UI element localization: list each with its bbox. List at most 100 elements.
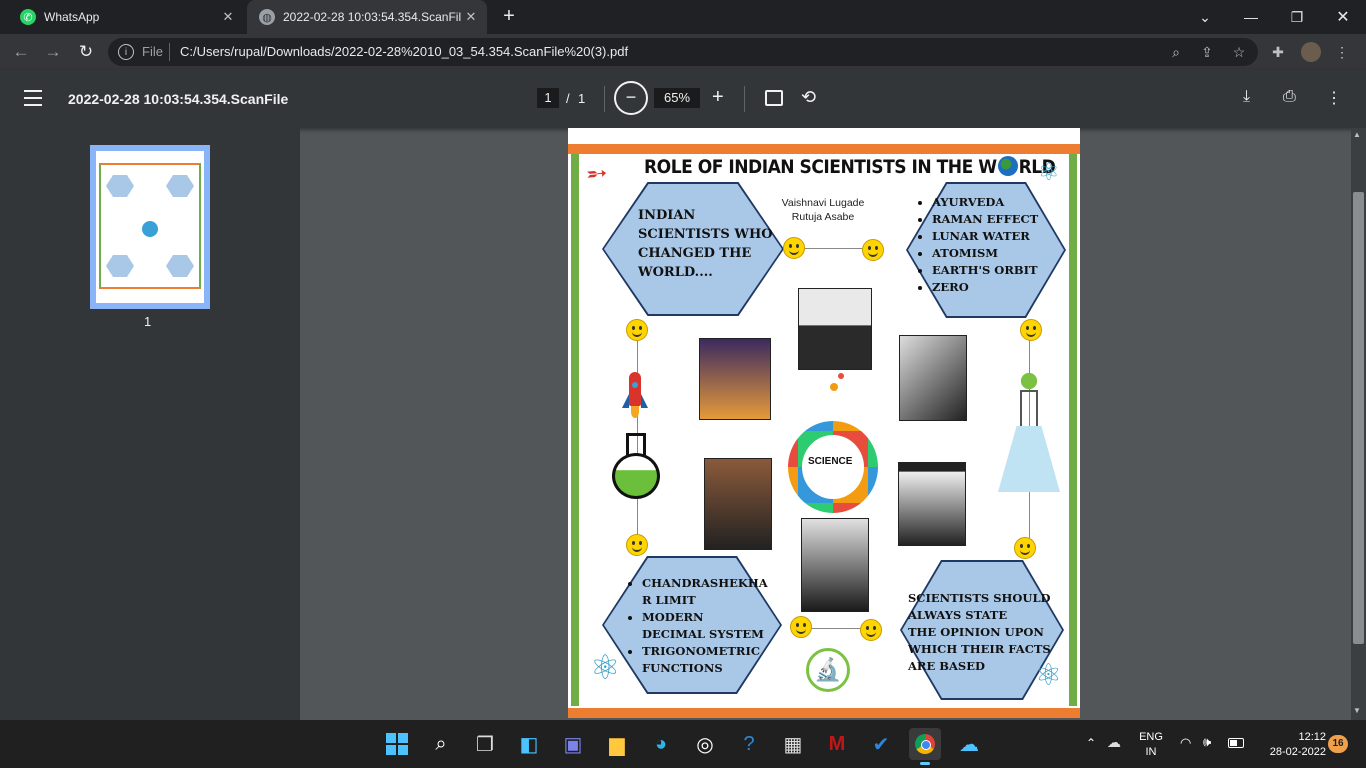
bookmark-star-icon[interactable]: ☆ — [1229, 42, 1249, 62]
fit-page-icon[interactable] — [765, 90, 783, 106]
volume-icon[interactable]: 🕪 — [1203, 734, 1211, 750]
help-icon[interactable]: ? — [733, 728, 765, 760]
clock[interactable]: 12:12 28-02-2022 — [1256, 730, 1326, 760]
app-icon[interactable]: ◎ — [689, 728, 721, 760]
tab-pdf[interactable]: ◍ 2022-02-28 10:03:54.354.ScanFile ✕ — [247, 0, 487, 34]
download-icon[interactable]: ⤓ — [1243, 88, 1250, 106]
store-icon[interactable]: ▦ — [777, 728, 809, 760]
tab-whatsapp[interactable]: ✆ WhatsApp ✕ — [8, 0, 244, 34]
extensions-icon[interactable]: ✚ — [1268, 42, 1288, 62]
edge-icon[interactable]: ◕ — [645, 728, 677, 760]
todo-icon[interactable]: ✔ — [865, 728, 897, 760]
atom-icon: ⚛ — [1035, 659, 1062, 692]
task-view-icon[interactable]: ❐ — [469, 728, 501, 760]
info-icon[interactable]: i — [118, 44, 134, 60]
language-indicator[interactable]: ENG IN — [1136, 730, 1166, 760]
logo-dot — [838, 373, 844, 379]
url-text[interactable]: C:/Users/rupal/Downloads/2022-02-28%2010… — [180, 44, 628, 59]
share-icon[interactable]: ⇪ — [1197, 42, 1217, 62]
list-item: MODERN DECIMAL SYSTEM — [642, 609, 768, 643]
rotate-icon[interactable]: ⟲ — [801, 87, 816, 108]
wifi-icon[interactable]: ◠ — [1180, 735, 1191, 751]
scroll-down-arrow[interactable]: ▼ — [1353, 706, 1361, 715]
rocket-illustration — [622, 372, 648, 420]
forward-button[interactable]: → — [40, 40, 66, 64]
page-number-input[interactable]: 1 — [537, 88, 559, 108]
hex-top-left-text: INDIAN SCIENTISTS WHO CHANGED THE WORLD.… — [638, 206, 773, 282]
plant-flask-illustration — [998, 368, 1060, 494]
hex-line: THE OPINION UPON — [908, 625, 1044, 639]
teams-chat-icon[interactable]: ▣ — [557, 728, 589, 760]
time-text: 12:12 — [1298, 731, 1326, 743]
sidebar-menu-icon[interactable] — [24, 90, 42, 106]
total-pages: 1 — [578, 91, 586, 106]
hex-line: INDIAN — [638, 208, 696, 223]
divider — [744, 86, 745, 112]
scroll-up-arrow[interactable]: ▲ — [1353, 130, 1361, 139]
pdf-page: ROLE OF INDIAN SCIENTISTS IN THE W RLD ➶ … — [568, 128, 1080, 718]
author-name: Rutuja Asabe — [791, 211, 855, 223]
globe-icon — [997, 156, 1018, 176]
maximize-button[interactable]: ❐ — [1274, 0, 1320, 34]
smiley-icon — [626, 534, 648, 556]
zoom-out-button[interactable]: − — [614, 81, 648, 115]
print-icon[interactable]: ⎙ — [1283, 88, 1296, 106]
smiley-icon — [1014, 537, 1036, 559]
search-icon[interactable]: ⌕ — [425, 728, 457, 760]
authors: Vaishnavi Lugade Rutuja Asabe — [773, 196, 873, 224]
scientist-portrait — [699, 338, 771, 420]
file-explorer-icon[interactable]: ▆ — [601, 728, 633, 760]
atom-icon: ⚛ — [1038, 159, 1060, 186]
avatar[interactable] — [1301, 42, 1321, 62]
list-item: TRIGONOMETRIC FUNCTIONS — [642, 643, 768, 677]
divider — [604, 86, 605, 112]
flask-illustration — [612, 433, 660, 499]
minimize-button[interactable]: — — [1228, 0, 1274, 34]
widgets-icon[interactable]: ◧ — [513, 728, 545, 760]
globe-icon: ◍ — [259, 9, 275, 25]
onedrive-icon[interactable]: ☁ — [1107, 734, 1121, 751]
menu-dots-icon[interactable]: ⋮ — [1332, 42, 1352, 62]
start-button[interactable] — [381, 728, 413, 760]
reload-button[interactable]: ↻ — [73, 40, 99, 64]
hex-top-right-list: AYURVEDA RAMAN EFFECT LUNAR WATER ATOMIS… — [918, 194, 1038, 296]
zoom-in-button[interactable]: + — [712, 86, 724, 109]
more-actions-icon[interactable]: ⋮ — [1326, 88, 1342, 108]
pdf-title: 2022-02-28 10:03:54.354.ScanFile — [68, 91, 289, 107]
close-window-button[interactable]: ✕ — [1320, 0, 1366, 34]
list-item: LUNAR WATER — [932, 228, 1038, 245]
back-button[interactable]: ← — [8, 40, 34, 64]
tab-title: 2022-02-28 10:03:54.354.ScanFile — [283, 10, 461, 24]
microscope-icon: 🔬 — [806, 648, 850, 692]
hex-line: SCIENTISTS WHO — [638, 227, 773, 242]
close-tab-icon[interactable]: ✕ — [461, 9, 481, 25]
notification-badge[interactable]: 16 — [1328, 735, 1348, 753]
divider — [169, 43, 170, 61]
hex-line: WHICH THEIR FACTS — [908, 642, 1051, 656]
zoom-input[interactable]: 65% — [654, 88, 700, 108]
list-item: ZERO — [932, 279, 1038, 296]
poster-title: ROLE OF INDIAN SCIENTISTS IN THE W RLD — [644, 156, 1056, 178]
list-item: CHANDRASHEKHA R LIMIT — [642, 575, 768, 609]
zoom-icon[interactable]: ⌕ — [1166, 42, 1186, 62]
mcafee-icon[interactable]: M — [821, 728, 853, 760]
cloud-app-icon[interactable]: ☁ — [953, 728, 985, 760]
show-hidden-icons[interactable]: ⌃ — [1086, 736, 1096, 750]
battery-icon[interactable] — [1228, 738, 1244, 748]
smiley-icon — [783, 237, 805, 259]
scrollbar-thumb[interactable] — [1353, 192, 1364, 644]
close-tab-icon[interactable]: ✕ — [218, 9, 238, 25]
active-indicator — [920, 762, 930, 765]
scientist-portrait — [898, 462, 966, 546]
smiley-icon — [862, 239, 884, 261]
scientist-portrait — [798, 288, 872, 370]
page-thumbnail[interactable] — [90, 145, 210, 309]
thumbnail-label: 1 — [144, 314, 152, 329]
hex-bottom-right-text: SCIENTISTS SHOULD ALWAYS STATE THE OPINI… — [908, 590, 1051, 675]
author-name: Vaishnavi Lugade — [781, 197, 865, 209]
tab-search-icon[interactable]: ⌄ — [1182, 0, 1228, 34]
scientist-portrait — [801, 518, 869, 612]
chrome-icon[interactable] — [909, 728, 941, 760]
hex-line: SCIENTISTS SHOULD — [908, 591, 1051, 605]
new-tab-button[interactable]: + — [498, 6, 520, 28]
